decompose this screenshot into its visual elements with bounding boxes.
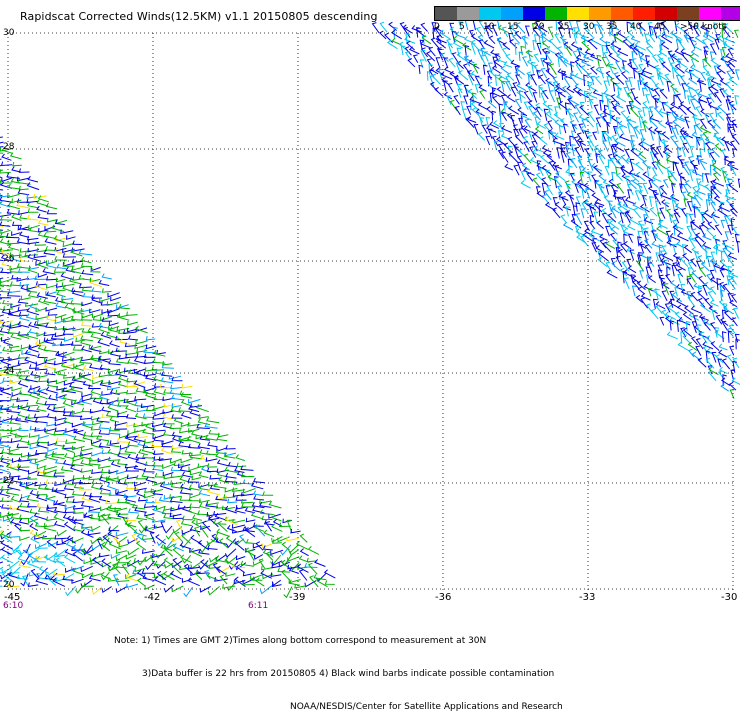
wind-speed-legend: 0 5 10 15 20 25 30 35 40 45 >50 knots <box>434 4 734 32</box>
wind-map <box>0 0 740 650</box>
legend-swatch <box>567 7 589 20</box>
left-swath-barbs <box>0 135 335 598</box>
lon-label-42: -42 <box>144 592 160 603</box>
lon-label-30: -30 <box>721 592 737 603</box>
note-line-1: Note: 1) Times are GMT 2)Times along bot… <box>114 636 563 647</box>
legend-swatch <box>633 7 655 20</box>
legend-label: >50 knots <box>680 22 727 32</box>
lat-label-22: 22 <box>3 476 14 486</box>
legend-label: 45 <box>654 22 665 32</box>
legend-labels: 0 5 10 15 20 25 30 35 40 45 >50 knots <box>434 22 734 34</box>
legend-label: 20 <box>533 22 544 32</box>
legend-swatch <box>457 7 479 20</box>
legend-label: 40 <box>630 22 641 32</box>
legend-swatch <box>435 7 457 20</box>
note-line-2: 3)Data buffer is 22 hrs from 20150805 4)… <box>114 669 563 680</box>
lat-label-24: 24 <box>3 366 14 376</box>
lon-label-39: -39 <box>289 592 305 603</box>
legend-swatch <box>699 7 721 20</box>
lat-label-20: 20 <box>3 580 14 590</box>
time-label-end: 6:11 <box>248 601 268 611</box>
map-title: Rapidscat Corrected Winds(12.5KM) v1.1 2… <box>20 10 378 23</box>
legend-swatch <box>479 7 501 20</box>
legend-swatch <box>611 7 633 20</box>
legend-label: 5 <box>459 22 465 32</box>
legend-label: 25 <box>558 22 569 32</box>
wind-barb-swaths <box>0 19 740 597</box>
legend-label: 15 <box>507 22 518 32</box>
lat-label-26: 26 <box>3 254 14 264</box>
legend-swatch <box>589 7 611 20</box>
notes-block: Note: 1) Times are GMT 2)Times along bot… <box>114 614 563 724</box>
lon-label-33: -33 <box>579 592 595 603</box>
lon-label-36: -36 <box>435 592 451 603</box>
legend-swatch <box>501 7 523 20</box>
legend-swatch <box>655 7 677 20</box>
lat-label-30: 30 <box>3 28 14 38</box>
legend-swatch <box>721 7 740 20</box>
legend-swatch <box>677 7 699 20</box>
legend-color-bar <box>434 6 740 21</box>
lat-label-28: 28 <box>3 142 14 152</box>
legend-swatch <box>523 7 545 20</box>
legend-label: 35 <box>606 22 617 32</box>
legend-label: 30 <box>583 22 594 32</box>
legend-swatch <box>545 7 567 20</box>
right-swath-barbs <box>373 19 740 399</box>
legend-label: 10 <box>483 22 494 32</box>
legend-label: 0 <box>434 22 440 32</box>
note-line-3: NOAA/NESDIS/Center for Satellite Applica… <box>114 702 563 713</box>
time-label-start: 6:10 <box>3 601 23 611</box>
